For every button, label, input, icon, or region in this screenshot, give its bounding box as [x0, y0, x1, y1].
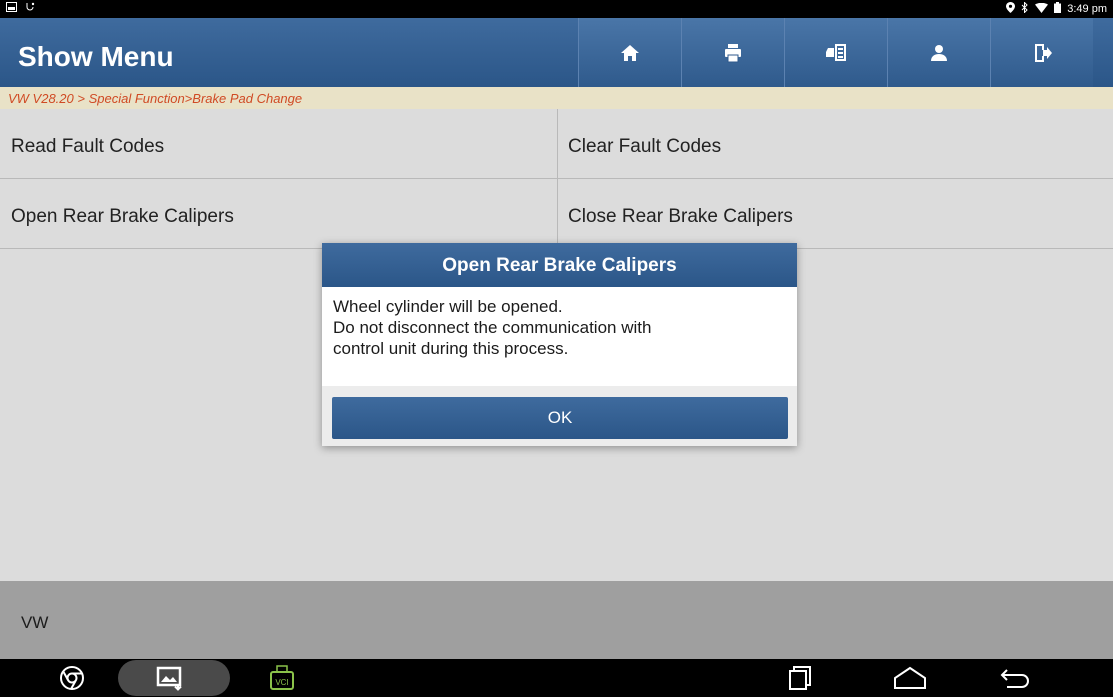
- vehicle-footer: VW: [0, 581, 1113, 659]
- chrome-button[interactable]: [52, 659, 92, 697]
- dialog-message-line: control unit during this process.: [333, 339, 569, 358]
- back-button[interactable]: [995, 659, 1035, 697]
- home-icon: [621, 44, 639, 61]
- print-button[interactable]: [681, 18, 784, 87]
- vehicle-brand: VW: [21, 613, 49, 632]
- wifi-icon: [1035, 2, 1049, 16]
- breadcrumb: VW V28.20 > Special Function>Brake Pad C…: [0, 87, 1113, 109]
- user-icon: [931, 44, 947, 61]
- system-nav-bar: VCI: [0, 659, 1113, 697]
- dialog-title: Open Rear Brake Calipers: [322, 243, 797, 287]
- chrome-icon: [60, 666, 84, 690]
- vci-icon: VCI: [270, 665, 294, 690]
- car-report-button[interactable]: [784, 18, 887, 87]
- vci-label: VCI: [275, 678, 288, 687]
- clock-time: 3:49 pm: [1067, 3, 1107, 15]
- recent-apps-icon: [789, 666, 811, 690]
- dialog-message-line: Wheel cylinder will be opened.: [333, 297, 563, 316]
- gallery-button[interactable]: [150, 659, 190, 697]
- vci-button[interactable]: VCI: [262, 659, 302, 697]
- dialog-message: Wheel cylinder will be opened. Do not di…: [322, 287, 797, 387]
- home-nav-button[interactable]: [890, 659, 930, 697]
- user-button[interactable]: [887, 18, 990, 87]
- page-title: Show Menu: [18, 41, 174, 72]
- exit-button[interactable]: [990, 18, 1093, 87]
- ok-button[interactable]: OK: [332, 397, 788, 439]
- battery-icon: [1054, 2, 1062, 16]
- screenshot-notification-icon: [6, 2, 17, 15]
- recent-apps-button[interactable]: [780, 659, 820, 697]
- location-icon: [1006, 2, 1016, 16]
- status-bar: 3:49 pm: [0, 0, 1113, 18]
- dialog-actions: OK: [322, 386, 797, 446]
- toolbar: [578, 18, 1093, 87]
- open-rear-brake-calipers-button[interactable]: Open Rear Brake Calipers: [0, 179, 558, 249]
- dialog-message-line: Do not disconnect the communication with: [333, 318, 652, 337]
- read-fault-codes-button[interactable]: Read Fault Codes: [0, 109, 558, 179]
- confirmation-dialog: Open Rear Brake Calipers Wheel cylinder …: [322, 243, 797, 446]
- usb-debug-icon: [25, 2, 35, 15]
- home-button[interactable]: [578, 18, 681, 87]
- clear-fault-codes-button[interactable]: Clear Fault Codes: [558, 109, 1113, 179]
- home-outline-icon: [894, 666, 926, 689]
- gallery-icon: [156, 666, 182, 691]
- print-icon: [725, 43, 741, 62]
- app-header: Show Menu: [0, 18, 1113, 87]
- car-report-icon: [826, 43, 846, 61]
- exit-icon: [1035, 43, 1052, 62]
- close-rear-brake-calipers-button[interactable]: Close Rear Brake Calipers: [558, 179, 1113, 249]
- back-icon: [1000, 669, 1029, 688]
- bluetooth-icon: [1021, 1, 1029, 16]
